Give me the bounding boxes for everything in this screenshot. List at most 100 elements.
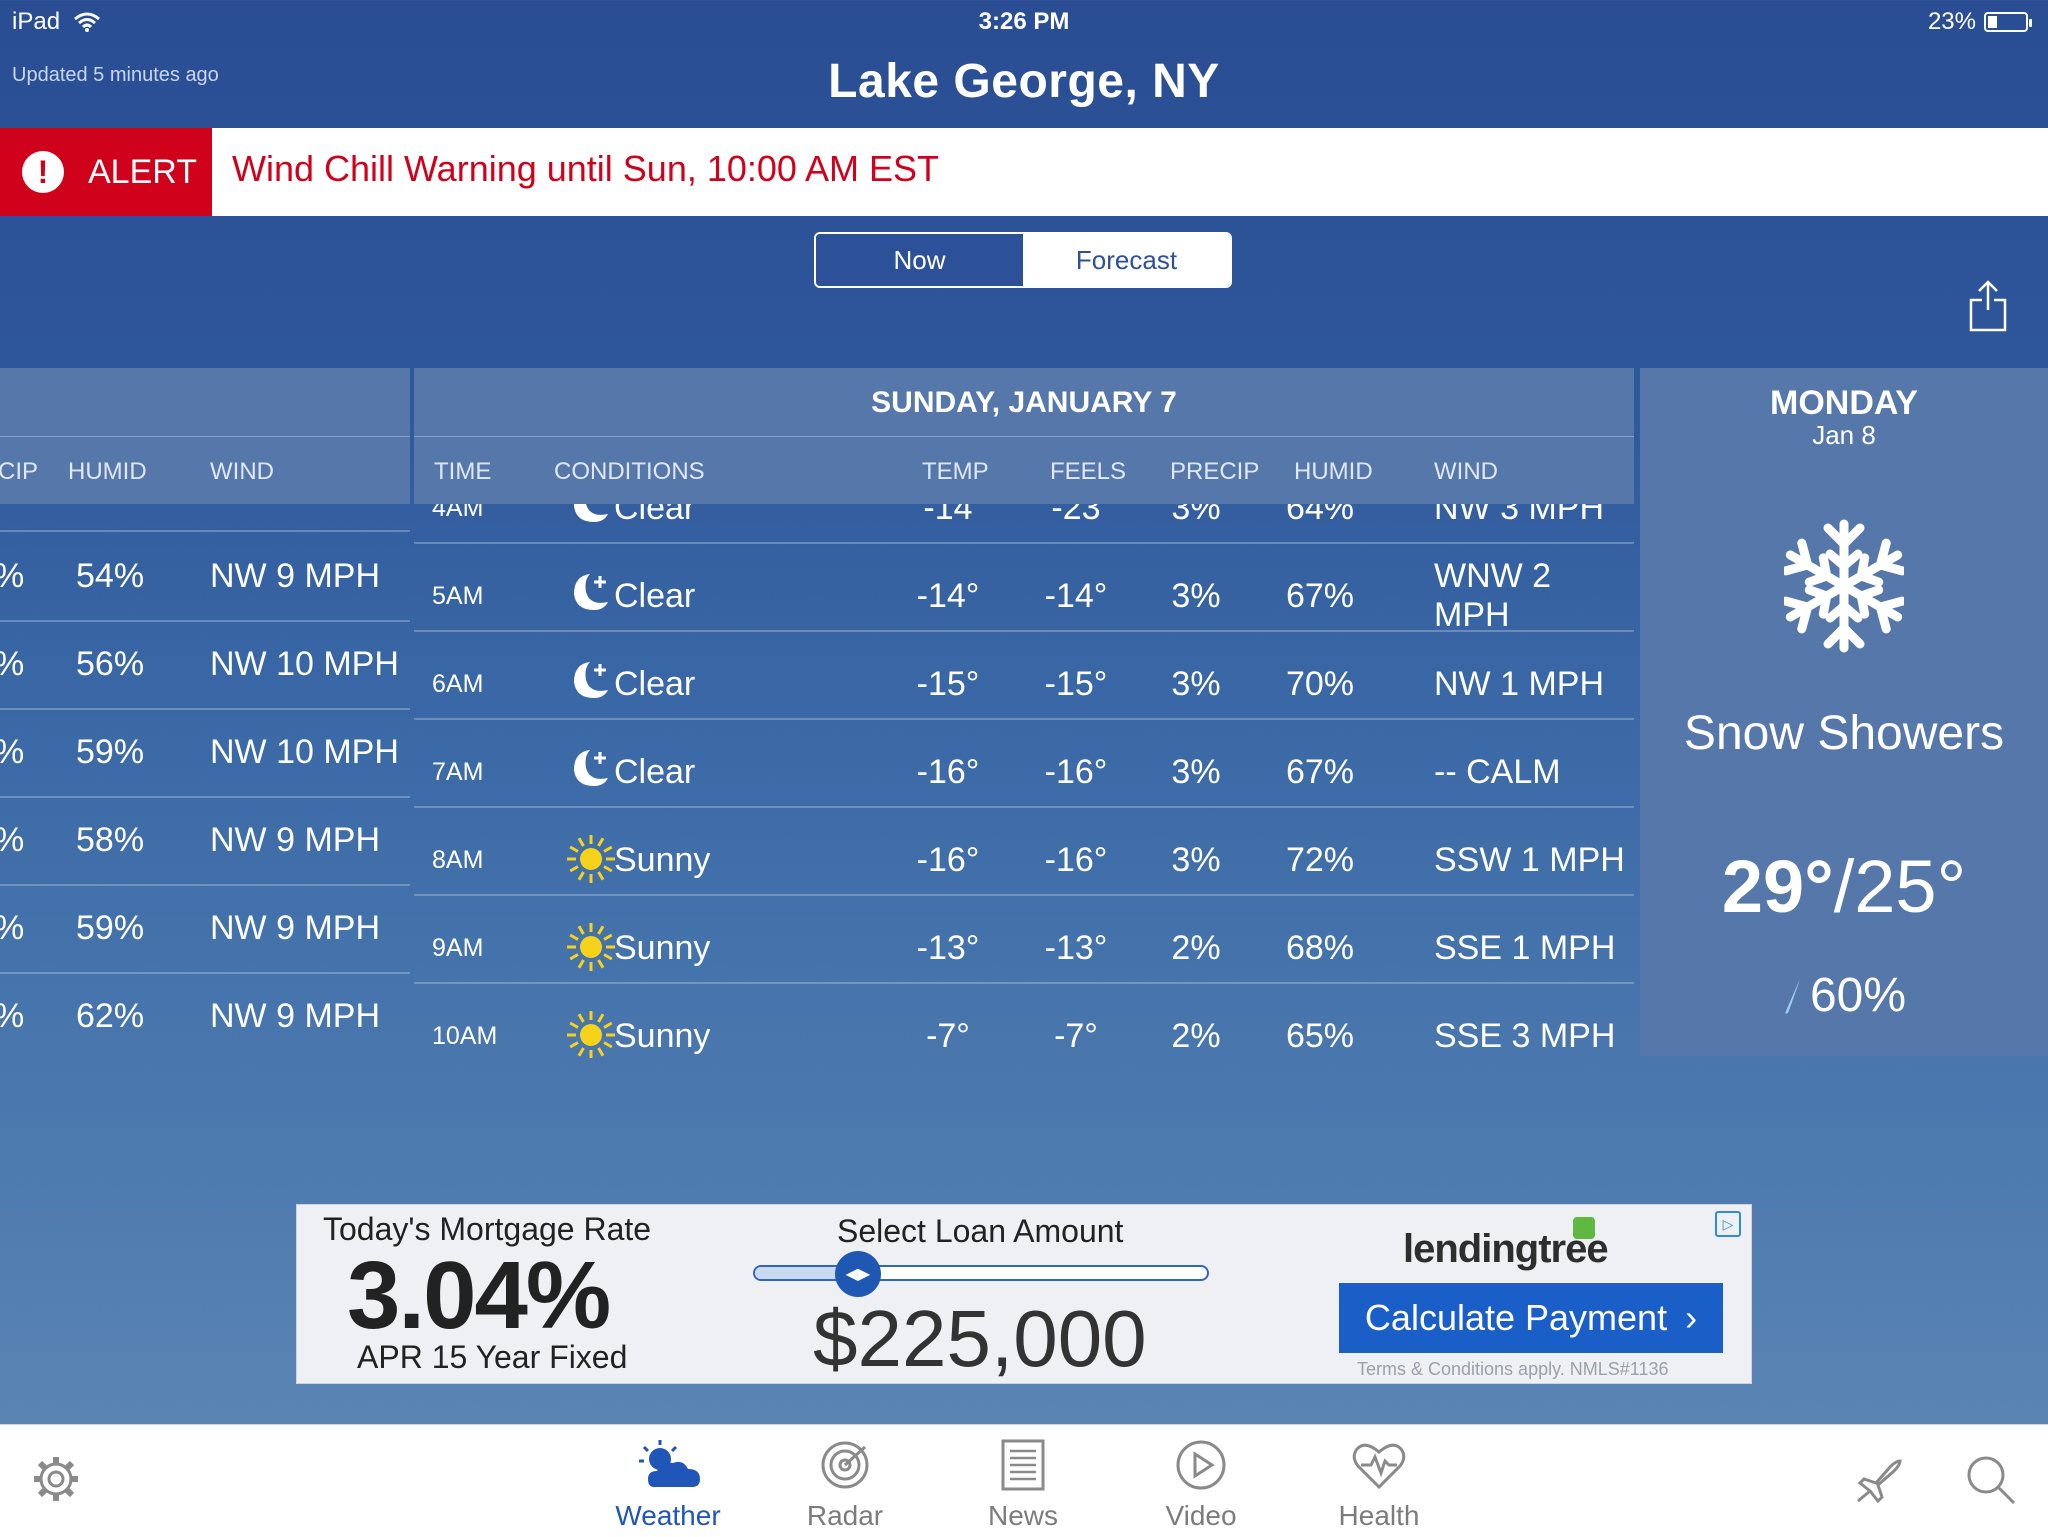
tab-health[interactable]: Health — [1314, 1439, 1444, 1532]
now-forecast-toggle[interactable]: Now Forecast — [814, 232, 1232, 288]
tab-now[interactable]: Now — [816, 234, 1023, 286]
weather-icon — [639, 1440, 700, 1487]
raindrop-icon — [1785, 978, 1800, 1014]
precip-value: 3% — [1171, 840, 1221, 879]
cta-label: Calculate Payment — [1364, 1297, 1668, 1338]
moon-icon — [564, 568, 612, 621]
col-humid: HUMID — [68, 458, 147, 485]
tab-label: Health — [1338, 1500, 1420, 1531]
slider-handle[interactable]: ◀▶ — [834, 1251, 881, 1297]
condition-text: Snow Showers — [1683, 707, 2005, 760]
humid-value: 58% — [76, 820, 145, 859]
sun-icon — [564, 920, 618, 979]
table-row: % 56% NW 10 MPH — [0, 620, 410, 710]
tab-weather[interactable]: Weather — [603, 1439, 733, 1532]
sun-icon — [564, 832, 618, 891]
feels-value: -16° — [1044, 752, 1108, 791]
cond-value: Sunny — [614, 1016, 711, 1055]
humid-value: 70% — [1285, 664, 1355, 703]
col-feels: FEELS — [1050, 458, 1127, 485]
temp-value: -16° — [916, 840, 980, 879]
cond-value: Sunny — [614, 840, 711, 879]
day-name: MONDAY — [1770, 384, 1918, 422]
lendingtree-logo: lendingtree — [1403, 1227, 1609, 1271]
wind-value: SSE 3 MPH — [1434, 1016, 1616, 1055]
high-temp: 29° — [1721, 845, 1834, 928]
table-row: 6AM Clear -15° -15° 3% 70% NW 1 MPH — [414, 630, 1634, 720]
alert-text[interactable]: Wind Chill Warning until Sun, 10:00 AM E… — [232, 148, 939, 190]
search-icon[interactable] — [1964, 1453, 2016, 1505]
col-precip: PRECIP — [1170, 458, 1260, 485]
precip-value: 3% — [1171, 752, 1221, 791]
precip-value: 2% — [1171, 928, 1221, 967]
airplane-icon[interactable] — [1852, 1453, 1906, 1507]
gear-icon[interactable] — [30, 1453, 82, 1505]
table-row: % 59% NW 9 MPH — [0, 884, 410, 974]
humid-value: 65% — [1285, 1016, 1355, 1055]
health-icon — [1352, 1443, 1406, 1490]
tab-label: Video — [1165, 1500, 1237, 1531]
battery-percent: 23% — [1927, 8, 1976, 35]
monday-forecast-card[interactable]: MONDAY Jan 8 Snow Showers 29°/25° 60% — [1640, 368, 2048, 1056]
tab-forecast[interactable]: Forecast — [1023, 234, 1230, 286]
ad-rate-sub: APR 15 Year Fixed — [357, 1339, 628, 1375]
location-title[interactable]: Lake George, NY — [0, 54, 2048, 109]
wind-value: NW 9 MPH — [210, 908, 380, 947]
table-row: % 58% NW 9 MPH — [0, 796, 410, 886]
wind-value: NW 10 MPH — [210, 644, 399, 683]
feels-value: -13° — [1044, 928, 1108, 967]
share-icon[interactable] — [1968, 278, 2008, 334]
humid-value: 67% — [1285, 576, 1355, 615]
temp-value: -16° — [916, 752, 980, 791]
precip-value: 60% — [1809, 969, 1907, 1022]
exclamation-icon: ! — [22, 151, 64, 193]
tab-video[interactable]: Video — [1136, 1439, 1266, 1532]
day-title: SUNDAY, JANUARY 7 — [871, 386, 1177, 419]
alert-tag: ! ALERT — [0, 128, 212, 216]
alert-banner[interactable]: ! ALERT Wind Chill Warning until Sun, 10… — [0, 128, 2048, 216]
high-low-temps: 29°/25° — [1640, 844, 2048, 929]
table-row: 9AM Sunny -13° -13° 2% 68% SSE 1 MPH — [414, 894, 1634, 984]
cond-value: Sunny — [614, 928, 711, 967]
tab-label: News — [987, 1500, 1058, 1531]
precip-value: 2% — [1171, 1016, 1221, 1055]
adchoices-icon[interactable]: ▷ — [1715, 1211, 1741, 1237]
humid-value: 67% — [1285, 752, 1355, 791]
ad-terms: Terms & Conditions apply. NMLS#1136 — [1357, 1359, 1669, 1379]
battery-icon — [1984, 12, 2032, 32]
calculate-payment-button[interactable]: Calculate Payment › — [1339, 1283, 1723, 1353]
sunday-header: SUNDAY, JANUARY 7 TIME CONDITIONS TEMP F… — [414, 368, 1634, 504]
temp-value: -15° — [916, 664, 980, 703]
temp-value: -14° — [916, 576, 980, 615]
time-value: 9AM — [432, 933, 484, 962]
col-precip: CIP — [0, 458, 39, 485]
loan-amount-slider[interactable] — [753, 1265, 1209, 1281]
sunday-hourly-table[interactable]: 4AM Clear -14 -23 3% 64% NW 3 MPH 5AM Clear -14° -… — [414, 368, 1634, 1058]
wind-value: NW 9 MPH — [210, 556, 380, 595]
time-value: 6AM — [432, 669, 484, 698]
wind-value: WNW 2 MPH — [1434, 557, 1552, 634]
temp-value: -13° — [916, 928, 980, 967]
table-row: 8AM Sunny -16° -16° 3% 72% SSW 1 MPH — [414, 806, 1634, 896]
col-temp: TEMP — [922, 458, 989, 485]
previous-day-table[interactable]: CIP HUMID WIND % 54% NW 9 MPH % 56% NW 1… — [0, 368, 410, 1058]
wind-value: NW 9 MPH — [210, 820, 380, 859]
news-icon — [1001, 1439, 1045, 1491]
snowflake-icon — [1784, 519, 1904, 656]
video-icon — [1176, 1440, 1226, 1490]
feels-value: -16° — [1044, 840, 1108, 879]
humid-value: 59% — [76, 908, 145, 947]
tab-radar[interactable]: Radar — [780, 1439, 910, 1532]
humid-value: 72% — [1285, 840, 1355, 879]
mortgage-ad[interactable]: Today's Mortgage Rate 3.04% APR 15 Year … — [296, 1204, 1752, 1384]
humid-value: 59% — [76, 732, 145, 771]
precip-chance: 60% — [1640, 968, 2048, 1023]
tab-news[interactable]: News — [958, 1439, 1088, 1532]
cond-value: Clear — [614, 752, 696, 791]
moon-icon — [564, 744, 612, 797]
low-temp: /25° — [1833, 845, 1967, 928]
wind-value: SSE 1 MPH — [1434, 928, 1616, 967]
wind-value: -- CALM — [1434, 752, 1561, 791]
wind-value: NW 1 MPH — [1434, 664, 1604, 703]
precip-value: 3% — [1171, 576, 1221, 615]
